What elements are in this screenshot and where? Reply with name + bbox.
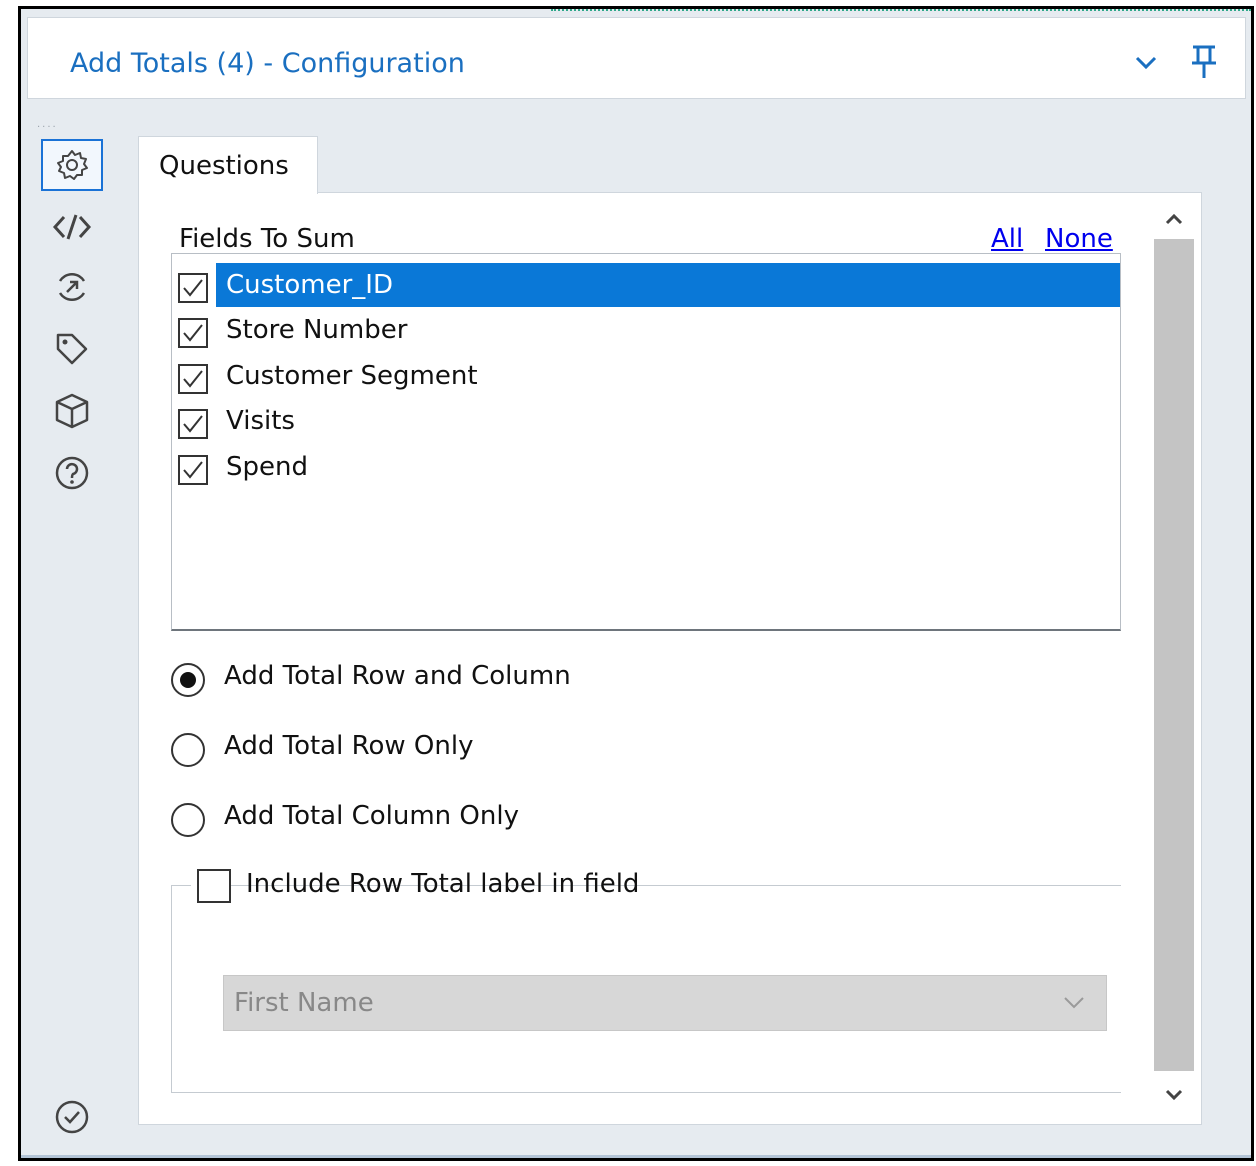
- fields-to-sum-label: Fields To Sum: [179, 224, 355, 254]
- field-label: Store Number: [226, 315, 408, 345]
- row-total-field-select: First Name: [223, 975, 1107, 1031]
- vertical-scrollbar[interactable]: [1154, 201, 1194, 1113]
- code-icon[interactable]: [41, 201, 103, 253]
- cube-icon[interactable]: [41, 385, 103, 437]
- select-value: First Name: [234, 988, 374, 1018]
- chevron-down-icon: [1064, 997, 1084, 1009]
- fields-list[interactable]: Customer_ID Store Number Customer Segmen…: [171, 253, 1121, 631]
- row-total-header[interactable]: Include Row Total label in field: [191, 867, 639, 907]
- configuration-gear-icon[interactable]: [41, 139, 103, 191]
- drag-grip[interactable]: ....: [37, 119, 58, 130]
- option-label: Add Total Row and Column: [224, 661, 571, 691]
- option-label: Add Total Column Only: [224, 801, 519, 831]
- annotation-icon[interactable]: [41, 261, 103, 313]
- scroll-down-button[interactable]: [1154, 1077, 1194, 1113]
- help-icon[interactable]: [41, 447, 103, 499]
- list-item[interactable]: Customer_ID: [172, 263, 1120, 307]
- configuration-window: Add Totals (4) - Configuration .... Ques…: [18, 6, 1254, 1161]
- list-item[interactable]: Customer Segment: [172, 354, 1120, 398]
- tag-icon[interactable]: [41, 323, 103, 375]
- list-item[interactable]: Visits: [172, 399, 1120, 443]
- row-total-checkbox[interactable]: [197, 869, 231, 903]
- field-label: Visits: [226, 406, 295, 436]
- radio-button[interactable]: [171, 733, 205, 767]
- chevron-down-icon[interactable]: [1128, 44, 1164, 80]
- field-label: Customer_ID: [216, 263, 1120, 307]
- tab-questions[interactable]: Questions: [138, 136, 318, 194]
- list-item[interactable]: Spend: [172, 445, 1120, 489]
- radio-button[interactable]: [171, 803, 205, 837]
- check-circle-icon[interactable]: [41, 1091, 103, 1143]
- tab-questions-label: Questions: [159, 151, 289, 181]
- field-checkbox[interactable]: [178, 455, 208, 485]
- window-bottom-border: [21, 1155, 1251, 1158]
- window-title: Add Totals (4) - Configuration: [70, 48, 465, 79]
- field-checkbox[interactable]: [178, 409, 208, 439]
- top-dotted-border: [551, 9, 1251, 15]
- select-all-link[interactable]: All: [991, 224, 1023, 254]
- pin-icon[interactable]: [1186, 44, 1222, 80]
- field-label: Customer Segment: [226, 361, 478, 391]
- window-header: Add Totals (4) - Configuration: [27, 17, 1246, 99]
- scroll-up-button[interactable]: [1154, 201, 1194, 237]
- row-total-label: Include Row Total label in field: [246, 869, 640, 899]
- select-none-link[interactable]: None: [1045, 224, 1113, 254]
- field-checkbox[interactable]: [178, 273, 208, 303]
- field-label: Spend: [226, 452, 308, 482]
- field-checkbox[interactable]: [178, 364, 208, 394]
- scrollbar-thumb[interactable]: [1154, 239, 1194, 1071]
- field-checkbox[interactable]: [178, 318, 208, 348]
- list-item[interactable]: Store Number: [172, 308, 1120, 352]
- radio-button[interactable]: [171, 663, 205, 697]
- option-label: Add Total Row Only: [224, 731, 474, 761]
